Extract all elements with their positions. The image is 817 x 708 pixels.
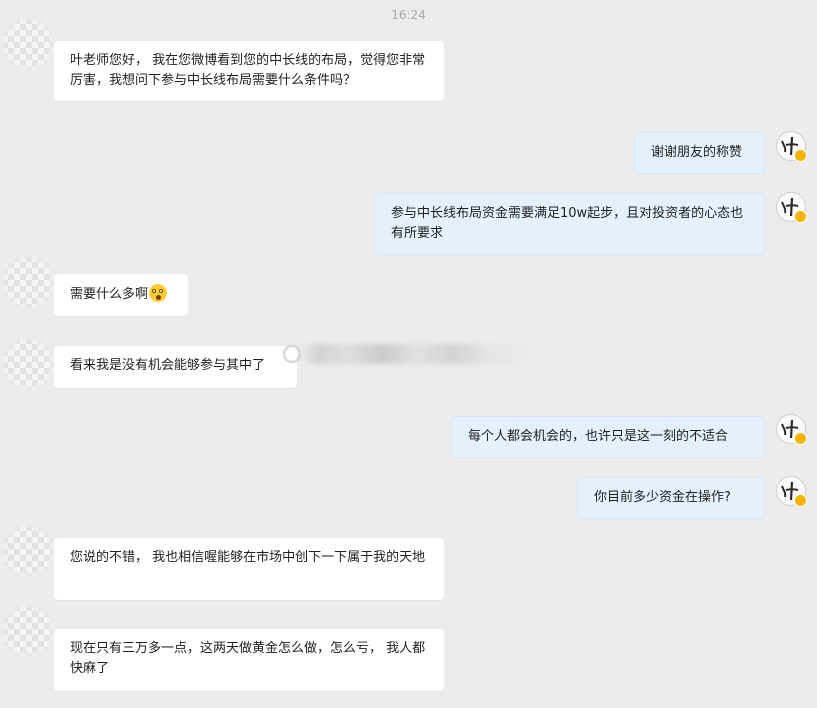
message-bubble[interactable]: 看来我是没有机会能够参与其中了 — [54, 346, 297, 388]
contact-avatar[interactable] — [2, 525, 54, 577]
message-bubble[interactable]: 你目前多少资金在操作? — [577, 477, 765, 519]
message-bubble[interactable]: 您说的不错， 我也相信喔能够在市场中创下一下属于我的天地 — [54, 538, 444, 600]
user-avatar[interactable] — [776, 414, 807, 445]
surprised-face-emoji-icon — [149, 284, 168, 302]
watermark-icon — [283, 345, 301, 363]
message-bubble[interactable]: 参与中长线布局资金需要满足10w起步，且对投资者的心态也有所要求 — [374, 193, 765, 255]
user-avatar[interactable] — [776, 192, 807, 223]
message-bubble[interactable]: 需要什么多啊 — [54, 274, 188, 316]
verified-badge-icon — [794, 494, 807, 507]
message-text: 需要什么多啊 — [70, 287, 149, 302]
message-bubble[interactable]: 每个人都会机会的，也许只是这一刻的不适合 — [451, 416, 765, 458]
message-bubble[interactable]: 叶老师您好， 我在您微博看到您的中长线的布局，觉得您非常厉害，我想问下参与中长线… — [54, 41, 444, 101]
message-bubble[interactable]: 现在只有三万多一点，这两天做黄金怎么做，怎么亏， 我人都快麻了 — [54, 629, 444, 691]
message-bubble[interactable]: 谢谢朋友的称赞 — [634, 132, 765, 174]
verified-badge-icon — [794, 149, 807, 162]
contact-avatar[interactable] — [2, 605, 54, 657]
verified-badge-icon — [794, 210, 807, 223]
contact-avatar[interactable] — [2, 256, 54, 308]
blurred-watermark — [300, 344, 535, 364]
contact-avatar[interactable] — [2, 18, 54, 70]
user-avatar[interactable] — [776, 131, 807, 162]
contact-avatar[interactable] — [2, 338, 54, 390]
chat-timestamp: 16:24 — [391, 8, 426, 22]
verified-badge-icon — [794, 432, 807, 445]
user-avatar[interactable] — [776, 476, 807, 507]
